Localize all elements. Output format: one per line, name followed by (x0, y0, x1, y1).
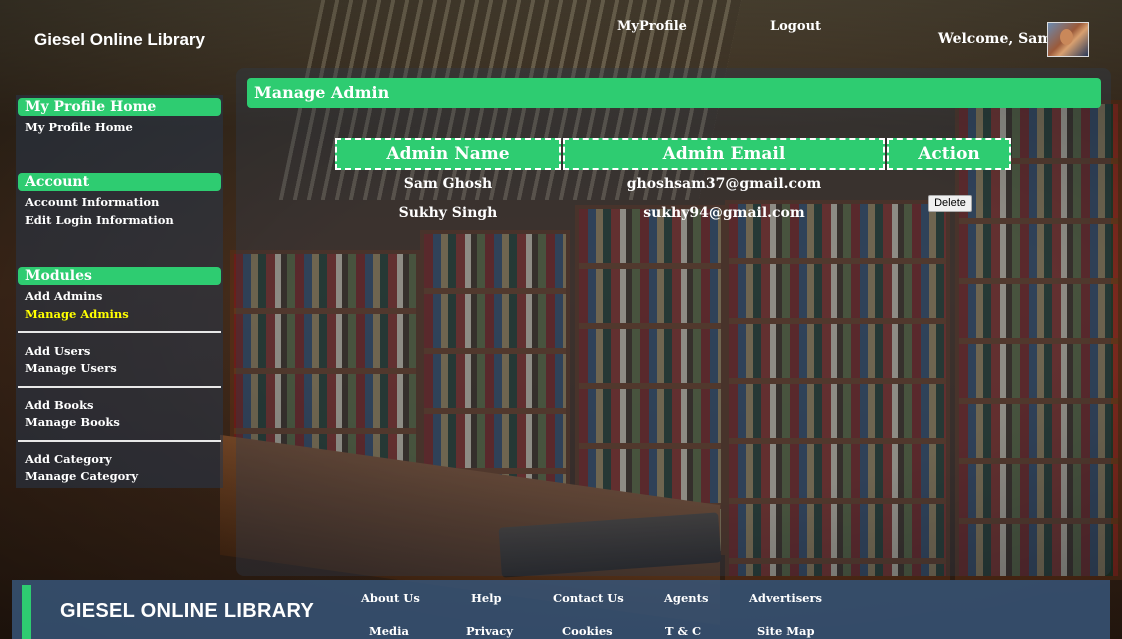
column-header-admin-name: Admin Name (335, 138, 561, 170)
footer-link-media[interactable]: Media (369, 624, 409, 638)
footer-link-terms[interactable]: T & C (665, 624, 701, 638)
delete-button[interactable]: Delete (928, 195, 972, 212)
admin-name-cell: Sam Ghosh (403, 176, 493, 192)
column-header-action: Action (887, 138, 1011, 170)
footer-link-advertisers[interactable]: Advertisers (749, 591, 822, 605)
footer-link-site-map[interactable]: Site Map (757, 624, 815, 638)
sidebar-item-account-information[interactable]: Account Information (25, 195, 159, 209)
page-title: Manage Admin (247, 78, 1101, 108)
sidebar-heading-account: Account (18, 173, 221, 191)
sidebar-item-add-category[interactable]: Add Category (25, 452, 112, 466)
sidebar-item-my-profile-home[interactable]: My Profile Home (25, 120, 133, 134)
sidebar-divider (18, 386, 221, 388)
sidebar-item-manage-admins[interactable]: Manage Admins (25, 307, 129, 321)
sidebar-item-add-users[interactable]: Add Users (25, 344, 90, 358)
footer-link-privacy[interactable]: Privacy (466, 624, 513, 638)
footer-link-contact-us[interactable]: Contact Us (553, 591, 624, 605)
footer-link-agents[interactable]: Agents (664, 591, 708, 605)
admin-email-cell: sukhy94@gmail.com (643, 205, 805, 221)
footer-link-cookies[interactable]: Cookies (562, 624, 613, 638)
footer-accent-bar (22, 585, 31, 639)
nav-logout-link[interactable]: Logout (770, 19, 821, 34)
footer-link-help[interactable]: Help (471, 591, 502, 605)
column-header-admin-email: Admin Email (563, 138, 885, 170)
sidebar-divider (18, 440, 221, 442)
site-title[interactable]: Giesel Online Library (34, 30, 205, 50)
sidebar-heading-profile: My Profile Home (18, 98, 221, 116)
sidebar-item-add-admins[interactable]: Add Admins (25, 289, 102, 303)
sidebar-item-manage-users[interactable]: Manage Users (25, 361, 117, 375)
sidebar-item-edit-login-information[interactable]: Edit Login Information (25, 213, 174, 227)
user-avatar[interactable] (1047, 22, 1089, 57)
sidebar: My Profile Home My Profile Home Account … (16, 95, 223, 488)
footer-brand: GIESEL ONLINE LIBRARY (60, 600, 315, 622)
sidebar-divider (18, 331, 221, 333)
admin-name-cell: Sukhy Singh (398, 205, 498, 221)
sidebar-heading-modules: Modules (18, 267, 221, 285)
admin-email-cell: ghoshsam37@gmail.com (626, 176, 822, 192)
sidebar-item-manage-category[interactable]: Manage Category (25, 469, 138, 483)
sidebar-item-add-books[interactable]: Add Books (25, 398, 94, 412)
welcome-text: Welcome, Sam (938, 31, 1053, 47)
footer-link-about-us[interactable]: About Us (361, 591, 420, 605)
nav-myprofile-link[interactable]: MyProfile (617, 19, 687, 34)
sidebar-item-manage-books[interactable]: Manage Books (25, 415, 120, 429)
